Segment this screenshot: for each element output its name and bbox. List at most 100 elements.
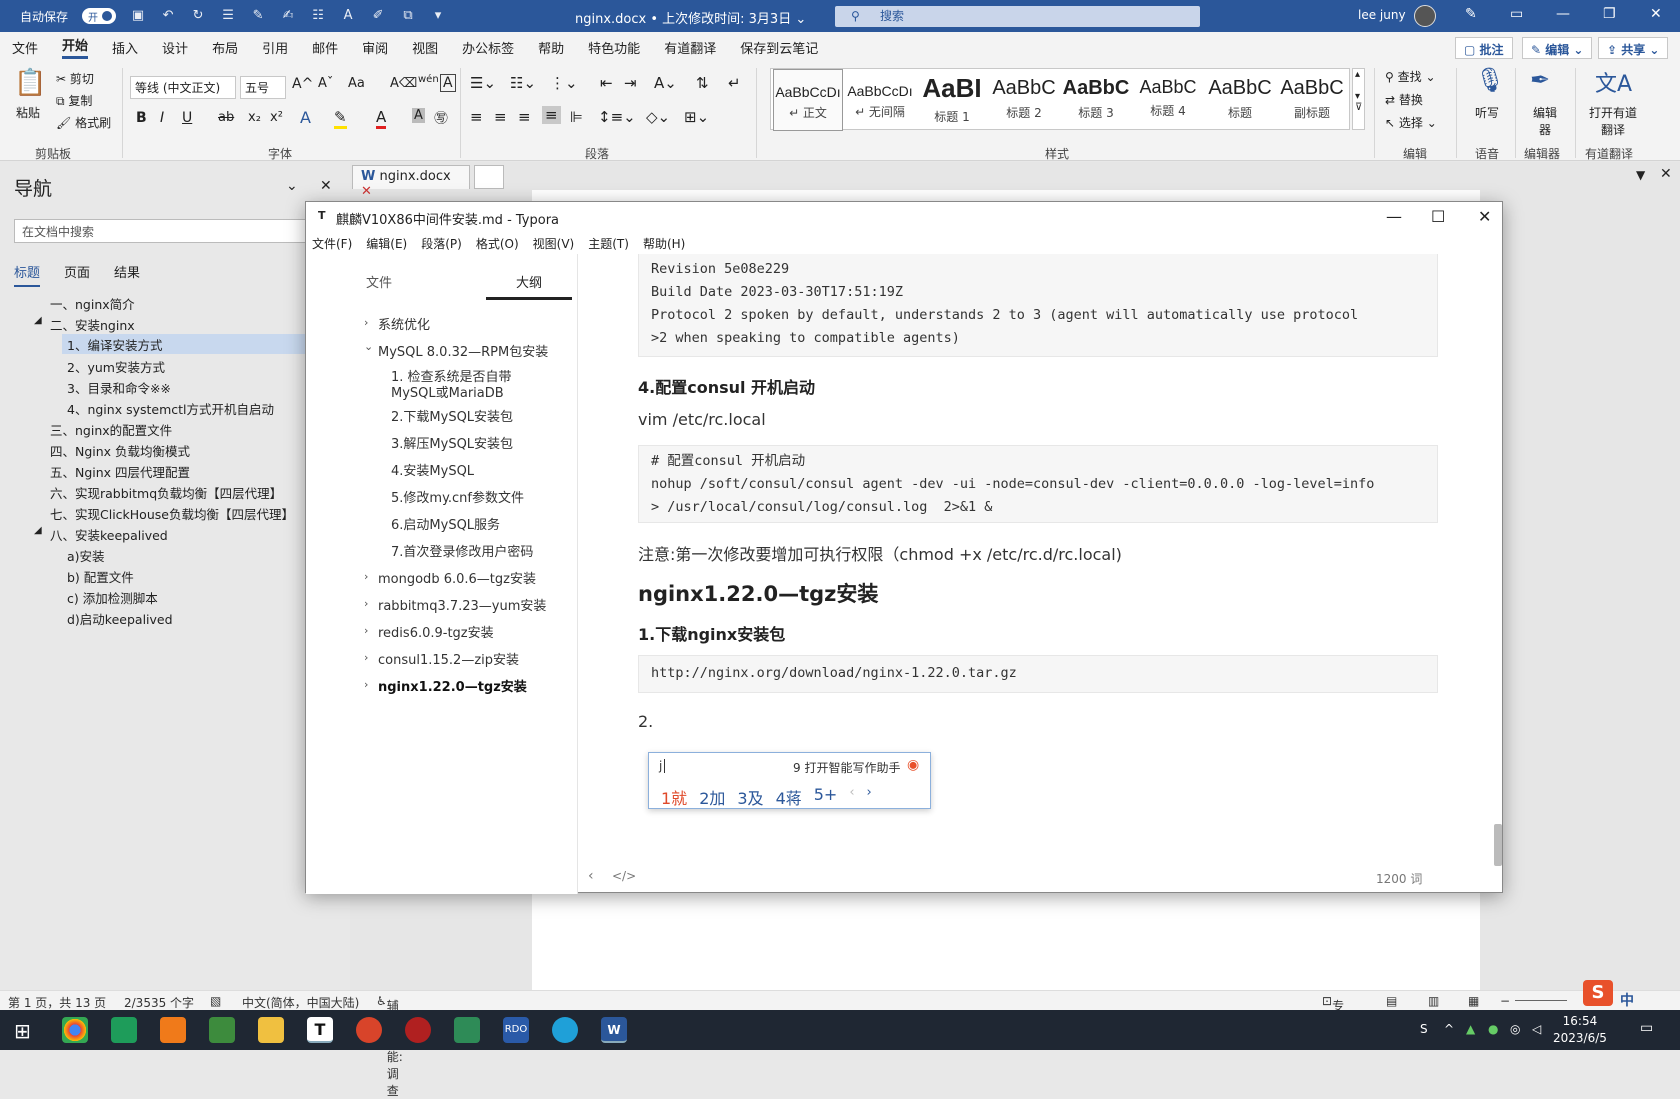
nav-heading[interactable]: 2、yum安装方式 — [67, 357, 165, 376]
accessibility-status[interactable]: ♿ 辅助功能: 调查 — [376, 994, 403, 1098]
nav-tab-results[interactable]: 结果 — [114, 262, 140, 287]
borders-icon[interactable]: ⊞⌄ — [684, 108, 709, 126]
nav-heading[interactable]: b) 配置文件 — [67, 567, 134, 586]
code-block-consul-version[interactable]: Revision 5e08e229 Build Date 2023-03-30T… — [638, 254, 1438, 357]
outline-expand-icon[interactable]: › — [364, 597, 368, 610]
menu-theme[interactable]: 主题(T) — [588, 235, 629, 252]
autosave-toggle[interactable]: 开 — [82, 8, 117, 24]
search-box[interactable]: ⚲ 搜索 — [835, 6, 1200, 27]
nav-heading[interactable]: c) 添加检测脚本 — [67, 588, 158, 607]
pen-icon[interactable]: ✐ — [370, 9, 386, 23]
bullets-icon[interactable]: ☷ — [310, 9, 326, 23]
file-explorer-icon[interactable] — [258, 1017, 284, 1043]
style-no-spacing[interactable]: AaBbCcDı ↵ 无间隔 — [845, 69, 915, 131]
style-heading-1[interactable]: AaBI 标题 1 — [917, 69, 987, 131]
multilevel-list-icon[interactable]: ⋮⌄ — [550, 74, 578, 92]
paragraph-vim[interactable]: vim /etc/rc.local — [638, 410, 766, 429]
tab-help[interactable]: 帮助 — [538, 38, 564, 57]
char-shading-icon[interactable]: A — [412, 108, 425, 123]
nav-options-icon[interactable]: ⌄ — [286, 178, 298, 194]
tab-insert[interactable]: 插入 — [112, 38, 138, 57]
copy-button[interactable]: ⧉ 复制 — [56, 92, 92, 109]
menu-paragraph[interactable]: 段落(P) — [421, 235, 462, 252]
heading-nginx[interactable]: nginx1.22.0—tgz安装 — [638, 578, 878, 608]
chrome-icon[interactable] — [62, 1017, 88, 1043]
style-heading-3[interactable]: AaBbC 标题 3 — [1061, 69, 1131, 131]
sidebar-tab-files[interactable]: 文件 — [366, 272, 392, 291]
ime-mascot-icon[interactable]: ◉ — [907, 757, 919, 773]
tab-youdao[interactable]: 有道翻译 — [664, 38, 716, 57]
align-left-icon[interactable]: ≡ — [470, 108, 483, 126]
typora-icon[interactable]: T — [307, 1017, 333, 1043]
collapse-icon[interactable]: ◢ — [34, 525, 42, 536]
heading-consul-autostart[interactable]: 4.配置consul 开机启动 — [638, 374, 815, 398]
ribbon-display-icon[interactable]: ▭ — [1510, 6, 1523, 22]
numbering-icon[interactable]: ☰ — [220, 9, 236, 23]
sougou-tray-icon[interactable]: S — [1420, 1022, 1428, 1036]
doc-tab[interactable]: W nginx.docx ✕ — [352, 165, 470, 199]
word-icon[interactable]: W — [601, 1017, 627, 1043]
ime-logo-icon[interactable]: S — [1583, 980, 1613, 1006]
outline-item-current[interactable]: nginx1.22.0—tgz安装 — [378, 676, 527, 695]
asian-layout-icon[interactable]: A⌄ — [654, 74, 677, 92]
increase-indent-icon[interactable]: ⇥ — [624, 74, 637, 92]
rdo-icon[interactable]: RDO — [503, 1017, 529, 1043]
outline-item[interactable]: MySQL 8.0.32—RPM包安装 — [378, 341, 548, 360]
bullets-icon[interactable]: ☰⌄ — [470, 74, 496, 92]
tabs-dropdown-icon[interactable]: ▼ — [1636, 168, 1645, 182]
comments-button[interactable]: ▢ 批注 — [1455, 37, 1513, 59]
editing-mode-button[interactable]: ✎ 编辑 ⌄ — [1522, 37, 1593, 59]
replace-button[interactable]: ⇄ 替换 — [1385, 91, 1423, 108]
distributed-icon[interactable]: ⊫ — [570, 108, 583, 126]
tab-design[interactable]: 设计 — [162, 38, 188, 57]
font-size-select[interactable]: 五号 — [240, 76, 286, 99]
nav-heading[interactable]: 五、Nginx 四层代理配置 — [50, 462, 190, 481]
typora-maximize-icon[interactable]: ☐ — [1431, 207, 1445, 226]
user-name[interactable]: lee juny — [1358, 8, 1406, 22]
network-icon[interactable]: ◎ — [1510, 1022, 1520, 1036]
font-style-icon[interactable]: ✍ — [280, 9, 296, 23]
strikethrough-icon[interactable]: ab — [218, 110, 234, 125]
nav-heading[interactable]: 六、实现rabbitmq负载均衡【四层代理】 — [50, 483, 282, 502]
tab-cloud-note[interactable]: 保存到云笔记 — [740, 38, 818, 57]
page-count[interactable]: 第 1 页，共 13 页 — [8, 994, 106, 1011]
focus-button[interactable]: ⊡ 专注 — [1322, 994, 1344, 1030]
nav-heading[interactable]: 三、nginx的配置文件 — [50, 420, 172, 439]
paste-button[interactable]: 粘贴 — [16, 104, 40, 121]
menu-file[interactable]: 文件(F) — [312, 235, 352, 252]
subscript-icon[interactable]: x₂ — [248, 110, 261, 125]
tray-app-icon[interactable]: ▲ — [1466, 1022, 1475, 1036]
nav-heading[interactable]: 八、安装keepalived — [50, 525, 168, 544]
word-count[interactable]: 1200 词 — [1376, 870, 1422, 887]
tabs-close-icon[interactable]: ✕ — [1660, 166, 1672, 182]
enclose-char-icon[interactable]: ㊢ — [434, 108, 448, 128]
show-marks-icon[interactable]: ↵ — [728, 74, 741, 92]
shrink-font-icon[interactable]: Aˇ — [318, 76, 333, 91]
tab-features[interactable]: 特色功能 — [588, 38, 640, 57]
font-family-select[interactable]: 等线 (中文正文) — [130, 76, 236, 99]
redo-icon[interactable]: ↻ — [190, 9, 206, 23]
outline-item[interactable]: 3.解压MySQL安装包 — [391, 433, 513, 452]
menu-format[interactable]: 格式(O) — [476, 235, 519, 252]
style-title[interactable]: AaBbC 标题 — [1205, 69, 1275, 131]
menu-help[interactable]: 帮助(H) — [643, 235, 685, 252]
tab-references[interactable]: 引用 — [262, 38, 288, 57]
tray-expand-icon[interactable]: ^ — [1444, 1022, 1454, 1036]
translate-icon[interactable]: 文A — [1595, 66, 1632, 98]
superscript-icon[interactable]: x² — [270, 110, 283, 125]
paste-icon[interactable]: 📋 — [14, 68, 46, 98]
outline-item[interactable]: 4.安装MySQL — [391, 460, 474, 479]
web-layout-icon[interactable]: ▦ — [1468, 994, 1479, 1008]
outline-collapse-icon[interactable]: ⌄ — [364, 340, 373, 353]
bold-icon[interactable]: B — [136, 110, 147, 126]
font-color-icon[interactable]: A — [340, 9, 356, 23]
outline-expand-icon[interactable]: › — [364, 624, 368, 637]
align-right-icon[interactable]: ≡ — [518, 108, 531, 126]
undo-icon[interactable]: ↶ — [160, 9, 176, 23]
doc-tab-close-icon[interactable]: ✕ — [361, 184, 372, 199]
rocket-icon[interactable] — [454, 1017, 480, 1043]
ime-candidate[interactable]: 4蒋 — [776, 785, 802, 809]
align-center-icon[interactable]: ≡ — [494, 108, 507, 126]
decrease-indent-icon[interactable]: ⇤ — [600, 74, 613, 92]
nav-heading[interactable]: 二、安装nginx — [50, 315, 135, 334]
